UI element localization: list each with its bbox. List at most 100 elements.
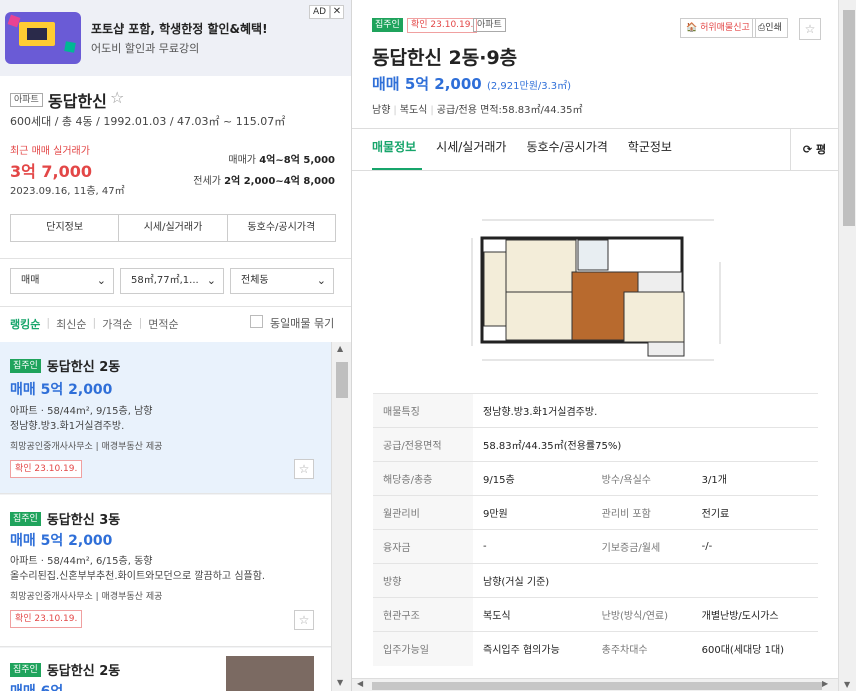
detail-title: 동답한신 2동·9층 <box>372 47 518 69</box>
list-scrollbar[interactable]: ▲ ▼ <box>331 342 351 691</box>
listing-title: 동답한신 2동 <box>46 360 121 375</box>
divider <box>352 170 838 171</box>
favorite-star-icon[interactable]: ☆ <box>799 18 821 40</box>
complex-tabs: 단지정보 시세/실거래가 동호수/공시가격 <box>10 214 336 242</box>
jeonse-price-label: 전세가 <box>193 176 225 187</box>
room-bedroom-3 <box>623 291 685 343</box>
tab-price-history[interactable]: 시세/실거래가 <box>119 215 228 241</box>
group-same-checkbox[interactable] <box>250 315 263 328</box>
dong-value: 전체동 <box>241 275 269 286</box>
tab-unit-price[interactable]: 동호수/공시가격 <box>526 138 607 155</box>
table-key: 융자금 <box>373 529 473 564</box>
sale-price-value: 4억~8억 5,000 <box>259 155 335 166</box>
tab-price-history[interactable]: 시세/실거래가 <box>436 138 506 155</box>
listing-header: 집주인 동답한신 2동 <box>10 356 120 375</box>
table-value: 즉시입주 협의가능 <box>473 631 592 666</box>
table-value: 58.83㎡/44.35㎡(전용률75%) <box>473 427 818 462</box>
tab-listing-info[interactable]: 매물정보 <box>372 138 416 155</box>
listing-header: 집주인 동답한신 3동 <box>10 509 120 528</box>
scroll-thumb[interactable] <box>843 10 855 226</box>
divider: | <box>430 105 434 116</box>
table-value: 전기료 <box>691 495 818 530</box>
report-button[interactable]: 🏠 허위매물신고 <box>680 18 756 38</box>
ad-image[interactable] <box>5 12 81 64</box>
table-row: 융자금 - 기보증금/월세 -/- <box>373 529 818 564</box>
scroll-thumb[interactable] <box>372 682 822 690</box>
dong-select[interactable]: 전체동 ⌄ <box>230 268 334 294</box>
chevron-down-icon: ⌄ <box>206 274 216 287</box>
print-label: 인쇄 <box>765 23 782 33</box>
confirm-date-badge: 확인 23.10.19. <box>10 610 83 628</box>
print-button[interactable]: ⎙인쇄 <box>752 18 788 38</box>
table-key: 현관구조 <box>373 597 473 632</box>
trade-type-select[interactable]: 매매 ⌄ <box>10 268 114 294</box>
owner-badge: 집주인 <box>10 358 41 373</box>
listing-spec: 아파트 · 58/44m², 6/15층, 동향 <box>10 556 153 567</box>
scroll-up-icon[interactable]: ▲ <box>337 344 343 353</box>
scroll-thumb[interactable] <box>336 362 348 398</box>
scroll-right-icon[interactable]: ▶ <box>822 679 828 688</box>
complex-name: 동답한신 <box>48 92 107 111</box>
detail-scrollbar[interactable]: ▼ <box>838 0 856 691</box>
list-item[interactable]: 집주인 동답한신 2동 매매 6억 <box>0 648 331 691</box>
property-type-badge: 아파트 <box>473 18 506 32</box>
divider <box>0 258 351 259</box>
favorite-star-icon[interactable]: ☆ <box>294 459 314 479</box>
chevron-down-icon: ⌄ <box>96 274 106 287</box>
ad-banner[interactable]: 포토샵 포함, 학생한정 할인&혜택! 어도비 할인과 무료강의 AD ✕ <box>0 0 351 76</box>
divider <box>352 128 838 129</box>
table-key: 관리비 포함 <box>591 495 692 530</box>
unit-toggle-button[interactable]: ⟳ 평 <box>790 129 838 170</box>
ad-title[interactable]: 포토샵 포함, 학생한정 할인&혜택! <box>91 20 268 37</box>
scroll-left-icon[interactable]: ◀ <box>357 679 363 688</box>
area: 공급/전용 면적:58.83㎡/44.35㎡ <box>436 105 583 116</box>
scroll-down-icon[interactable]: ▼ <box>844 680 850 689</box>
listing-price: 매매 6억 <box>10 681 63 691</box>
listing-desc: 정남향.방3.화1거실겸주방. <box>10 421 125 432</box>
favorite-star-icon[interactable]: ☆ <box>294 610 314 630</box>
complex-type-badge: 아파트 <box>10 93 43 107</box>
divider <box>0 306 351 307</box>
detail-price: 매매 5억 2,000 <box>372 75 482 93</box>
room-balcony <box>483 251 507 327</box>
ad-subtitle[interactable]: 어도비 할인과 무료강의 <box>91 40 199 56</box>
table-value: 복도식 <box>473 597 592 632</box>
room-bedroom-2 <box>505 291 573 341</box>
divider: | <box>46 316 51 329</box>
sale-price-label: 매매가 <box>228 155 260 166</box>
table-key: 입주가능일 <box>373 631 473 666</box>
group-same-label[interactable]: 동일매물 묶기 <box>270 315 334 331</box>
listing-list: 집주인 동답한신 2동 매매 5억 2,000 아파트 · 58/44m², 9/… <box>0 342 331 691</box>
table-row: 입주가능일 즉시입주 협의가능 총주차대수 600대(세대당 1대) <box>373 631 818 666</box>
room-storage <box>647 341 685 357</box>
sort-latest[interactable]: 최신순 <box>56 316 92 332</box>
room-bathroom <box>577 239 609 271</box>
ad-close-button[interactable]: ✕ <box>330 5 344 19</box>
list-item[interactable]: 집주인 동답한신 2동 매매 5억 2,000 아파트 · 58/44m², 9/… <box>0 342 331 494</box>
tab-school-info[interactable]: 학군정보 <box>628 138 672 155</box>
scroll-down-icon[interactable]: ▼ <box>337 678 343 687</box>
sort-area[interactable]: 면적순 <box>148 316 184 332</box>
complex-info: 600세대 / 총 4동 / 1992.01.03 / 47.03㎡ ~ 115… <box>10 115 286 128</box>
table-row: 월관리비 9만원 관리비 포함 전기료 <box>373 495 818 530</box>
listing-price: 매매 5억 2,000 <box>10 533 113 549</box>
table-value: 9만원 <box>473 495 592 530</box>
ad-label: AD <box>309 5 331 19</box>
table-key: 월관리비 <box>373 495 473 530</box>
tab-unit-price[interactable]: 동호수/공시가격 <box>228 215 335 241</box>
owner-badge: 집주인 <box>10 511 41 526</box>
floor-plan[interactable] <box>468 212 728 372</box>
area-select[interactable]: 58㎡,77㎡,1... ⌄ <box>120 268 224 294</box>
jeonse-price-range: 전세가 2억 2,000~4억 8,000 <box>193 172 335 187</box>
sort-price[interactable]: 가격순 <box>102 316 138 332</box>
table-key: 기보증금/월세 <box>591 529 692 564</box>
horizontal-scrollbar[interactable]: ◀ ▶ <box>352 678 838 691</box>
list-item[interactable]: 집주인 동답한신 3동 매매 5억 2,000 아파트 · 58/44m², 6/… <box>0 495 331 647</box>
tab-complex-info[interactable]: 단지정보 <box>11 215 120 241</box>
favorite-star-icon[interactable]: ☆ <box>110 88 124 107</box>
table-value: 남향(거실 기준) <box>473 563 818 598</box>
listing-photo[interactable] <box>226 656 314 691</box>
table-row: 공급/전용면적 58.83㎡/44.35㎡(전용률75%) <box>373 427 818 462</box>
ad-decoration <box>64 41 76 53</box>
sort-ranking[interactable]: 랭킹순 <box>10 316 46 332</box>
